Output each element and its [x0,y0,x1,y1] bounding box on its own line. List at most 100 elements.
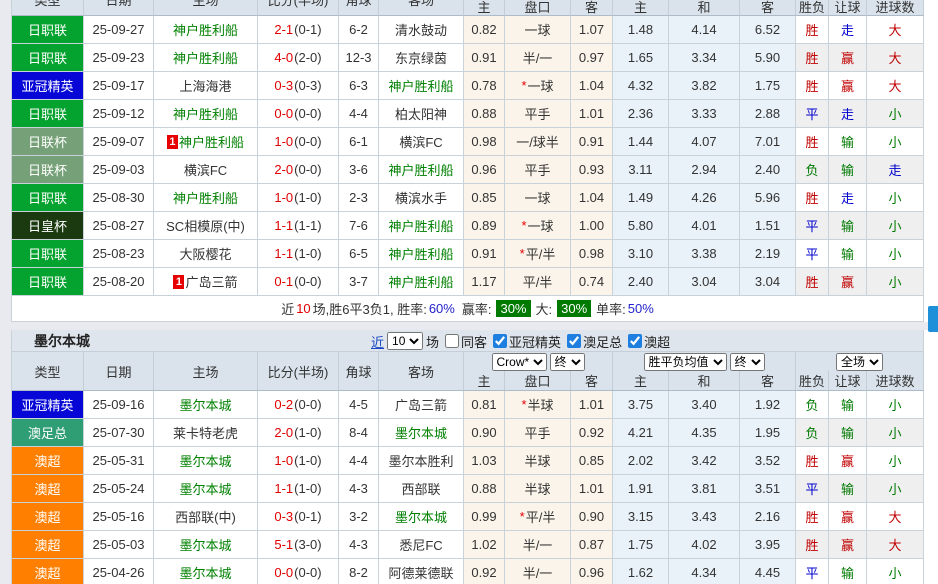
eu-draw-odds: 4.34 [669,559,740,584]
eu-home-odds: 2.40 [613,268,669,296]
match-row: 日联杯25-09-03横滨FC2-0(0-0)3-6神户胜利船0.96平手0.9… [11,156,924,184]
col-header-eu-away: 客 [740,0,796,16]
ah-home-odds: 1.17 [464,268,505,296]
corners-cell: 12-3 [339,44,379,72]
league-badge: 日职联 [12,100,83,127]
bookmaker-select[interactable]: Crow* [492,353,547,371]
fulltime-score: 2-1 [274,22,293,37]
eu-away-odds: 7.01 [740,128,796,156]
away-team-cell: 神户胜利船 [379,212,464,240]
eu-away-odds: 3.51 [740,475,796,503]
ah-away-odds: 1.04 [571,184,613,212]
halftime-score: (1-0) [294,481,321,496]
away-team-cell: 神户胜利船 [379,268,464,296]
fulltime-score: 1-0 [274,453,293,468]
corners-cell: 3-2 [339,503,379,531]
goals-result-cell: 小 [867,128,924,156]
match-scope-select[interactable]: 全场 [836,353,883,371]
summary-handicap-label: 赢率: [462,299,492,318]
goals-result-cell: 小 [867,447,924,475]
ah-home-odds: 0.99 [464,503,505,531]
match-count-select[interactable]: 10 [387,332,423,350]
melbourne-title: 墨尔本城 [34,331,90,351]
team-name: 阿德莱德联 [388,563,453,582]
ah-line-text: 半/一 [523,48,553,67]
ah-away-odds: 0.90 [571,503,613,531]
col-header-label: 进球数 [875,0,914,16]
score-cell: 2-0(1-0) [258,419,339,447]
eu-away-odds: 4.45 [740,559,796,584]
col-header-corners: 角球 [339,0,379,16]
league-badge: 日职联 [12,268,83,295]
odds-final-select[interactable]: 终 [730,353,765,371]
handicap-result-cell: 赢 [829,44,867,72]
match-date: 25-08-27 [84,212,154,240]
ah-line-cell: 半/一 [505,44,571,72]
match-row: 日职联25-08-201广岛三箭0-1(0-0)3-7神户胜利船1.17平/半0… [11,268,924,296]
league-badge: 亚冠精英 [12,72,83,99]
team-name: 墨尔本城 [179,395,231,414]
eu-away-odds: 3.95 [740,531,796,559]
league-type-cell: 日职联 [12,184,84,212]
away-team-cell: 悉尼FC [379,531,464,559]
eu-draw-odds: 3.82 [669,72,740,100]
eu-home-odds: 2.02 [613,447,669,475]
score-cell: 1-0(0-0) [258,128,339,156]
away-team-cell: 东京绿茵 [379,44,464,72]
score-cell: 2-0(0-0) [258,156,339,184]
team-name: 神户胜利船 [388,76,453,95]
col-header-label: 让球 [834,0,860,16]
eu-away-odds: 3.04 [740,268,796,296]
ah-line-text: 一球 [524,188,550,207]
kobe-table-header: 类型日期主场比分(半场)角球客场主盘口客主和客胜负让球进球数 [11,0,924,16]
league-badge: 澳超 [12,475,83,502]
goals-result-cell: 小 [867,212,924,240]
match-row: 澳超25-05-16西部联(中)0-3(0-1)3-2墨尔本城0.99*平/半0… [11,503,924,531]
col-header-score: 比分(半场) [258,352,339,390]
ah-line-cell: 半/一 [505,559,571,584]
league-filter-checkbox-ffa-cup[interactable] [567,334,581,348]
eu-draw-odds: 3.04 [669,268,740,296]
team-name: 大阪樱花 [179,244,231,263]
score-cell: 1-0(1-0) [258,447,339,475]
col-header-eu-away: 客 [740,371,796,390]
halftime-score: (0-0) [294,565,321,580]
corners-cell: 4-3 [339,475,379,503]
league-type-cell: 亚冠精英 [12,391,84,419]
ah-line-text: 一/球半 [516,132,559,151]
near-link[interactable]: 近 [371,332,384,351]
line-change-star: * [520,246,525,261]
league-badge: 日联杯 [12,128,83,155]
melbourne-section-header: 墨尔本城 近 10 场 同客 亚冠精英 澳足总 澳超 [11,330,924,352]
score-cell: 5-1(3-0) [258,531,339,559]
match-date: 25-07-30 [84,419,154,447]
score-cell: 1-0(1-0) [258,184,339,212]
away-team-cell: 广岛三箭 [379,391,464,419]
same-away-checkbox[interactable] [445,334,459,348]
goals-result-cell: 大 [867,531,924,559]
ah-away-odds: 0.91 [571,128,613,156]
team-name: 神户胜利船 [173,20,238,39]
league-type-cell: 日职联 [12,268,84,296]
league-filter-checkbox-acl[interactable] [493,334,507,348]
col-header-label: 主场 [154,0,257,8]
league-filter-checkbox-a-league[interactable] [628,334,642,348]
team-name: 神户胜利船 [173,48,238,67]
eu-home-odds: 1.49 [613,184,669,212]
league-badge: 澳超 [12,447,83,474]
handicap-final-select[interactable]: 终 [550,353,585,371]
fulltime-score: 0-0 [274,565,293,580]
goals-result-cell: 小 [867,100,924,128]
odds-average-select[interactable]: 胜平负均值 [644,353,727,371]
league-type-cell: 澳超 [12,559,84,584]
home-team-cell: 墨尔本城 [154,447,258,475]
halftime-score: (1-0) [294,246,321,261]
col-header-away: 客场 [379,352,464,390]
floating-scroll-button[interactable] [928,306,938,332]
ah-home-odds: 0.82 [464,16,505,44]
league-type-cell: 日职联 [12,44,84,72]
ah-line-text: 平/半 [526,507,556,526]
score-cell: 0-3(0-1) [258,503,339,531]
match-row: 澳超25-05-03墨尔本城5-1(3-0)4-3悉尼FC1.02半/一0.87… [11,531,924,559]
league-type-cell: 日职联 [12,100,84,128]
